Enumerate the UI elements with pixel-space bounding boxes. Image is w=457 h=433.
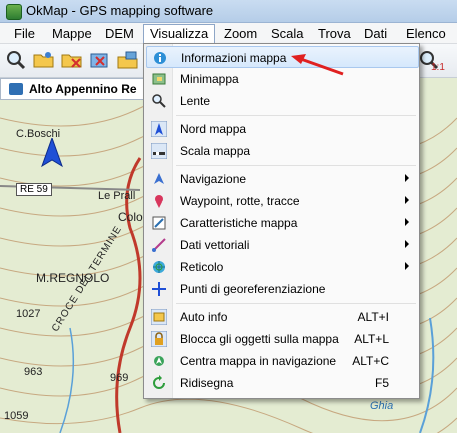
north-arrow-icon [150, 120, 168, 138]
window-title: OkMap - GPS mapping software [26, 3, 214, 18]
title-bar: OkMap - GPS mapping software [0, 0, 457, 23]
menu-item-caratteristiche[interactable]: Caratteristiche mappa [146, 212, 417, 234]
menu-item-minimappa[interactable]: Minimappa [146, 68, 417, 90]
navigation-icon [151, 171, 167, 187]
menu-visualizza[interactable]: Visualizza [143, 24, 216, 44]
open-map-icon[interactable] [60, 49, 84, 71]
app-icon [6, 4, 22, 20]
scale-hint: 1:1 [431, 62, 445, 73]
submenu-arrow-icon [405, 218, 409, 226]
menu-dem[interactable]: DEM [99, 25, 140, 42]
place-label: Colo [118, 210, 143, 224]
road-badge: RE 59 [16, 183, 52, 196]
menu-mappe[interactable]: Mappe [46, 25, 98, 42]
shortcut-label: ALT+C [352, 354, 389, 368]
magnifier-icon [151, 93, 167, 109]
menu-elenco[interactable]: Elenco [400, 25, 452, 42]
menu-item-centra-mappa[interactable]: Centra mappa in navigazione ALT+C [146, 350, 417, 372]
menu-scala[interactable]: Scala [265, 25, 310, 42]
peak-label: M.REGNOLO [36, 271, 110, 285]
menu-item-waypoint[interactable]: Waypoint, rotte, tracce [146, 190, 417, 212]
elevation-label: 1027 [16, 308, 41, 320]
map-tab-title: Alto Appennino Re [29, 82, 137, 96]
map-tab-icon [9, 83, 23, 95]
annotation-arrow-icon [288, 50, 348, 80]
menu-item-nord-mappa[interactable]: Nord mappa [146, 118, 417, 140]
menu-item-auto-info[interactable]: Auto info ALT+I [146, 306, 417, 328]
elevation-label: 963 [24, 366, 43, 378]
menu-bar: File Mappe DEM Visualizza Zoom Scala Tro… [0, 23, 457, 44]
menu-item-informazioni-mappa[interactable]: Informazioni mappa [146, 46, 419, 68]
shortcut-label: ALT+I [357, 310, 389, 324]
menu-item-ridisegna[interactable]: Ridisegna F5 [146, 372, 417, 394]
north-arrow-icon [40, 138, 64, 168]
menu-item-navigazione[interactable]: Navigazione [146, 168, 417, 190]
georef-points-icon [151, 281, 167, 297]
vector-data-icon [151, 237, 167, 253]
auto-info-icon [150, 308, 168, 326]
menu-trova[interactable]: Trova [312, 25, 357, 42]
submenu-arrow-icon [405, 240, 409, 248]
elevation-label: 1059 [4, 410, 29, 422]
info-map-icon [152, 50, 168, 66]
waypoint-icon [151, 193, 167, 209]
shortcut-label: F5 [374, 376, 389, 390]
close-map-icon[interactable] [88, 49, 112, 71]
river-label: Ghia [370, 400, 394, 412]
menu-separator [176, 115, 416, 116]
menu-separator [176, 165, 416, 166]
menu-zoom[interactable]: Zoom [218, 25, 263, 42]
submenu-arrow-icon [405, 196, 409, 204]
minimap-icon [151, 71, 167, 87]
menu-dati[interactable]: Dati [358, 25, 393, 42]
open-folder-icon[interactable] [32, 49, 56, 71]
lock-icon [150, 330, 168, 348]
shortcut-label: ALT+L [354, 332, 389, 346]
search-icon[interactable] [4, 49, 28, 71]
center-map-icon [151, 353, 167, 369]
redraw-icon [151, 375, 167, 391]
menu-separator [176, 303, 416, 304]
grid-icon [151, 259, 167, 275]
map-tab[interactable]: Alto Appennino Re [0, 78, 144, 100]
map-features-icon [151, 215, 167, 231]
menu-item-blocca-oggetti[interactable]: Blocca gli oggetti sulla mappa ALT+L [146, 328, 417, 350]
visualizza-dropdown: Informazioni mappa Minimappa Lente Nord … [143, 43, 420, 399]
menu-item-reticolo[interactable]: Reticolo [146, 256, 417, 278]
save-map-icon[interactable] [116, 49, 140, 71]
place-label: C.Boschi [16, 128, 61, 140]
menu-item-scala-mappa[interactable]: Scala mappa [146, 140, 417, 162]
elevation-label: 969 [110, 372, 129, 384]
submenu-arrow-icon [405, 262, 409, 270]
scale-icon [150, 142, 168, 160]
submenu-arrow-icon [405, 174, 409, 182]
place-label: Le Prall [98, 190, 136, 202]
menu-file[interactable]: File [8, 25, 41, 42]
menu-item-dati-vettoriali[interactable]: Dati vettoriali [146, 234, 417, 256]
menu-item-punti-georef[interactable]: Punti di georeferenziazione [146, 278, 417, 300]
menu-item-lente[interactable]: Lente [146, 90, 417, 112]
